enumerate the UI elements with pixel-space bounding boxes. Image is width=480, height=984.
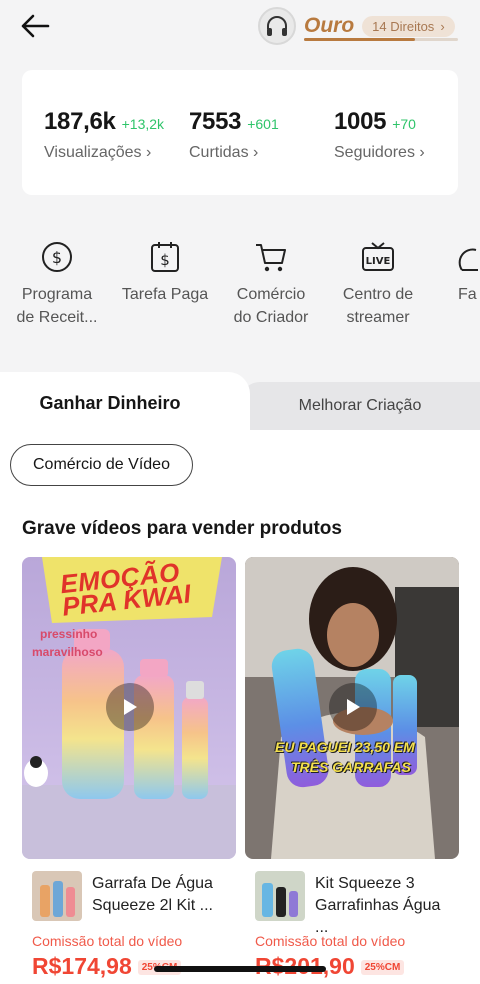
video-thumbnail[interactable]: EMOÇÃO PRA KWAI pressinho maravilhoso — [22, 557, 236, 859]
thumbnail-caption: TRÊS GARRAFAS — [291, 759, 411, 775]
tool-streamer-center[interactable]: LIVE Centro de streamer — [323, 232, 433, 328]
product-image — [255, 871, 305, 921]
stat-followers[interactable]: 1005 +70 Seguidores › — [334, 108, 425, 162]
home-indicator[interactable] — [154, 966, 326, 972]
stats-card: 187,6k +13,2k Visualizações › 7553 +601 Cu… — [22, 70, 458, 195]
product-name: Kit Squeeze 3 Garrafinhas Água ... — [315, 875, 441, 936]
tool-label: streamer — [346, 309, 410, 326]
commission-badge: 25%CM — [360, 960, 405, 976]
stat-likes[interactable]: 7553 +601 Curtidas › — [189, 108, 279, 162]
stat-label: Seguidores › — [334, 144, 425, 161]
play-icon — [124, 699, 137, 715]
stat-value: 7553 — [189, 108, 242, 135]
commission-label: Comissão total do vídeo — [32, 933, 183, 949]
more-icon — [458, 248, 478, 271]
video-card[interactable]: EMOÇÃO PRA KWAI pressinho maravilhoso Ga… — [22, 557, 236, 984]
price-value: R$174,98 — [32, 953, 132, 979]
level-title: Ouro — [304, 14, 355, 37]
thumbnail-caption: pressinho — [40, 627, 98, 641]
svg-text:$: $ — [160, 251, 170, 269]
svg-text:LIVE: LIVE — [366, 256, 391, 267]
tool-label: Centro de — [342, 286, 414, 303]
level-progress-bar — [304, 38, 458, 41]
commission-label: Comissão total do vídeo — [255, 933, 406, 949]
stat-label: Visualizações › — [44, 144, 152, 161]
stat-value: 1005 — [334, 108, 387, 135]
video-thumbnail[interactable]: EU PAGUEI 23,50 EM TRÊS GARRAFAS — [245, 557, 459, 859]
tool-label: Tarefa Paga — [121, 286, 209, 303]
play-icon — [347, 699, 360, 715]
headphones-icon — [267, 16, 287, 36]
tool-label: Fa — [458, 286, 477, 303]
thumbnail-caption: maravilhoso — [32, 645, 103, 659]
play-button[interactable] — [329, 683, 377, 731]
rights-pill[interactable]: 14 Direitos › — [362, 15, 455, 37]
stat-delta: +70 — [392, 116, 416, 132]
stat-value: 187,6k — [44, 108, 116, 135]
chevron-right-icon: › — [440, 18, 445, 34]
level-progress-fill — [304, 38, 415, 41]
tool-label: Comércio — [236, 286, 306, 303]
video-commerce-chip[interactable]: Comércio de Vídeo — [10, 444, 193, 486]
tools-row: $ Programa de Receit... $ Tarefa Paga Co… — [0, 232, 480, 332]
stat-delta: +601 — [247, 116, 279, 132]
avatar — [258, 7, 296, 45]
rights-label: 14 Direitos — [372, 18, 435, 34]
tab-earn-money[interactable]: Ganhar Dinheiro — [0, 372, 250, 434]
tool-paid-task[interactable]: $ Tarefa Paga — [110, 232, 220, 307]
video-card[interactable]: EU PAGUEI 23,50 EM TRÊS GARRAFAS Kit Squ… — [245, 557, 459, 984]
tab-bar: Melhorar Criação Ganhar Dinheiro — [0, 372, 480, 434]
tab-improve-creation[interactable]: Melhorar Criação — [240, 382, 480, 430]
product-name: Garrafa De Água Squeeze 2l Kit ... — [92, 875, 213, 914]
tool-label: Programa — [21, 286, 93, 303]
stat-label: Curtidas › — [189, 144, 259, 161]
svg-text:$: $ — [52, 248, 62, 267]
play-button[interactable] — [106, 683, 154, 731]
tool-creator-commerce[interactable]: Comércio do Criador — [216, 232, 326, 328]
back-button[interactable] — [20, 10, 56, 42]
tool-more[interactable]: Fa — [430, 232, 480, 305]
arrow-left-icon — [21, 14, 50, 38]
main-content: Comércio de Vídeo Grave vídeos para vend… — [0, 430, 480, 984]
tool-label: do Criador — [233, 309, 309, 326]
header: Ouro 14 Direitos › — [0, 0, 480, 60]
live-tv-icon: LIVE — [362, 242, 394, 271]
dollar-clipboard-icon: $ — [151, 242, 179, 272]
thumbnail-caption: EU PAGUEI 23,50 EM — [275, 739, 415, 755]
tool-revenue-program[interactable]: $ Programa de Receit... — [2, 232, 112, 328]
tool-label: de Receit... — [16, 309, 98, 326]
product-image — [32, 871, 82, 921]
dollar-circle-icon: $ — [42, 242, 72, 272]
section-title: Grave vídeos para vender produtos — [22, 518, 342, 539]
stat-views[interactable]: 187,6k +13,2k Visualizações › — [44, 108, 164, 162]
stat-delta: +13,2k — [121, 116, 165, 132]
cart-icon — [256, 244, 286, 272]
